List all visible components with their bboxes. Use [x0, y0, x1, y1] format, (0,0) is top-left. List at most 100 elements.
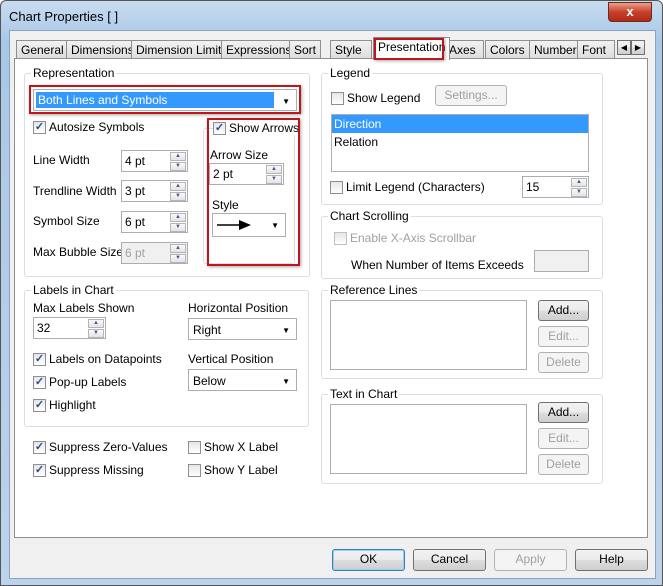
- checkbox-label: Labels on Datapoints: [49, 352, 162, 366]
- tab-expressions[interactable]: Expressions: [221, 40, 297, 59]
- suppress-zero-values-checkbox[interactable]: ✓ Suppress Zero-Values: [33, 440, 168, 454]
- highlight-box: [29, 85, 301, 114]
- checkbox-box: [334, 231, 347, 245]
- show-y-label-checkbox[interactable]: Show Y Label: [188, 463, 278, 477]
- symbol-size-label: Symbol Size: [33, 214, 100, 228]
- tab-general[interactable]: General: [16, 40, 69, 59]
- spin-up-icon[interactable]: ▲: [88, 319, 104, 328]
- spin-up-icon: ▲: [170, 244, 186, 253]
- text-add-button[interactable]: Add...: [538, 402, 589, 423]
- autosize-symbols-checkbox[interactable]: ✓ Autosize Symbols: [33, 120, 144, 134]
- value: 3 pt: [125, 184, 146, 198]
- reference-edit-button: Edit...: [538, 326, 589, 347]
- group-label: Legend: [328, 66, 373, 80]
- tab-dimension-limits[interactable]: Dimension Limits: [131, 40, 233, 59]
- tab-font[interactable]: Font: [577, 40, 615, 59]
- trendline-width-label: Trendline Width: [33, 184, 117, 198]
- check-icon: ✓: [33, 440, 46, 454]
- horizontal-position-select[interactable]: Right ▼: [188, 318, 297, 340]
- max-bubble-size-label: Max Bubble Size: [33, 245, 124, 259]
- labels-on-datapoints-checkbox[interactable]: ✓ Labels on Datapoints: [33, 352, 162, 366]
- checkbox-label: Suppress Missing: [49, 463, 144, 477]
- check-icon: ✓: [33, 352, 46, 366]
- list-item[interactable]: Direction: [332, 115, 588, 133]
- text-delete-button: Delete: [538, 454, 589, 475]
- apply-button: Apply: [494, 549, 567, 571]
- checkbox-label: Pop-up Labels: [49, 375, 127, 389]
- trendline-width-input[interactable]: 3 pt ▲ ▼: [121, 180, 188, 202]
- items-exceeds-label: When Number of Items Exceeds: [351, 258, 524, 272]
- checkbox-label: Autosize Symbols: [49, 120, 145, 134]
- symbol-size-input[interactable]: 6 pt ▲ ▼: [121, 211, 188, 233]
- group-label: Chart Scrolling: [328, 209, 411, 223]
- spin-down-icon[interactable]: ▼: [170, 162, 186, 171]
- vertical-position-select[interactable]: Below ▼: [188, 369, 297, 391]
- check-icon: ✓: [33, 120, 46, 134]
- checkbox-label: Show Legend: [347, 91, 421, 105]
- checkbox-box: [188, 463, 201, 477]
- reference-lines-list[interactable]: [330, 300, 527, 370]
- max-labels-shown-label: Max Labels Shown: [33, 301, 135, 315]
- spin-up-icon[interactable]: ▲: [170, 213, 186, 222]
- spin-up-icon[interactable]: ▲: [571, 178, 587, 187]
- tab-sort[interactable]: Sort: [289, 40, 322, 59]
- value: 6 pt: [125, 215, 146, 229]
- spin-down-icon[interactable]: ▼: [170, 192, 186, 201]
- value: 15: [526, 180, 540, 194]
- enable-x-axis-scrollbar-checkbox: Enable X-Axis Scrollbar: [334, 231, 476, 245]
- check-icon: ✓: [33, 398, 46, 412]
- tab-number[interactable]: Number: [529, 40, 582, 59]
- text-in-chart-list[interactable]: [330, 404, 527, 474]
- max-labels-shown-input[interactable]: 32 ▲ ▼: [33, 317, 106, 339]
- help-button[interactable]: Help: [575, 549, 648, 571]
- reference-add-button[interactable]: Add...: [538, 300, 589, 321]
- group-label: Text in Chart: [328, 387, 400, 401]
- legend-list[interactable]: Direction Relation: [331, 114, 589, 172]
- value: 32: [37, 321, 51, 335]
- checkbox-box: [331, 91, 344, 105]
- spin-down-icon: ▼: [170, 254, 186, 263]
- value: Right: [193, 323, 222, 337]
- popup-labels-checkbox[interactable]: ✓ Pop-up Labels: [33, 375, 126, 389]
- text-edit-button: Edit...: [538, 428, 589, 449]
- checkbox-box: [330, 180, 343, 194]
- show-x-label-checkbox[interactable]: Show X Label: [188, 440, 278, 454]
- check-icon: ✓: [33, 375, 46, 389]
- group-label: Reference Lines: [328, 283, 420, 297]
- tab-dimensions[interactable]: Dimensions: [66, 40, 139, 59]
- value: 4 pt: [125, 154, 146, 168]
- tab-style[interactable]: Style: [330, 40, 372, 59]
- close-button[interactable]: x: [608, 2, 652, 22]
- checkbox-label: Suppress Zero-Values: [49, 440, 168, 454]
- items-exceeds-input: [534, 250, 589, 272]
- cancel-button[interactable]: Cancel: [413, 549, 486, 571]
- list-item[interactable]: Relation: [332, 133, 588, 151]
- check-icon: ✓: [33, 463, 46, 477]
- checkbox-label: Highlight: [49, 398, 96, 412]
- checkbox-label: Show Y Label: [204, 463, 278, 477]
- spin-up-icon[interactable]: ▲: [170, 182, 186, 191]
- spin-up-icon[interactable]: ▲: [170, 152, 186, 161]
- group-label: Representation: [31, 66, 117, 80]
- line-width-input[interactable]: 4 pt ▲ ▼: [121, 150, 188, 172]
- ok-button[interactable]: OK: [332, 549, 405, 571]
- highlight-box: [207, 118, 300, 266]
- spin-down-icon[interactable]: ▼: [170, 223, 186, 232]
- spin-down-icon[interactable]: ▼: [571, 188, 587, 197]
- tab-scroll-right-icon[interactable]: ▶: [631, 40, 645, 55]
- tab-scroll-left-icon[interactable]: ◀: [617, 40, 631, 55]
- limit-legend-input[interactable]: 15 ▲ ▼: [522, 176, 589, 198]
- group-label: Labels in Chart: [31, 283, 116, 297]
- show-legend-checkbox[interactable]: Show Legend: [331, 91, 420, 105]
- line-width-label: Line Width: [33, 153, 90, 167]
- spin-down-icon[interactable]: ▼: [88, 329, 104, 338]
- tab-colors[interactable]: Colors: [485, 40, 530, 59]
- reference-delete-button: Delete: [538, 352, 589, 373]
- vertical-position-label: Vertical Position: [188, 352, 274, 366]
- value: Below: [193, 374, 226, 388]
- limit-legend-checkbox[interactable]: Limit Legend (Characters): [330, 180, 485, 194]
- highlight-checkbox[interactable]: ✓ Highlight: [33, 398, 96, 412]
- chevron-down-icon: ▼: [282, 326, 290, 335]
- suppress-missing-checkbox[interactable]: ✓ Suppress Missing: [33, 463, 144, 477]
- legend-settings-button: Settings...: [435, 85, 507, 106]
